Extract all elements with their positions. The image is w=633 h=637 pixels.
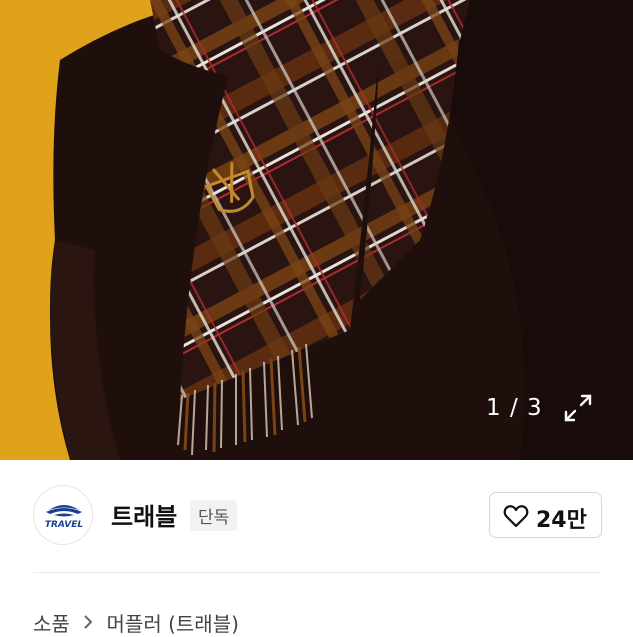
- heart-icon: [503, 505, 529, 528]
- travel-logo-icon: [46, 505, 82, 517]
- like-button[interactable]: 24만: [489, 492, 602, 538]
- logo-text: TRAVEL: [45, 520, 84, 530]
- brand-logo[interactable]: TRAVEL: [33, 485, 93, 545]
- divider: [33, 572, 600, 573]
- brand-name[interactable]: 트래블: [111, 497, 177, 532]
- breadcrumb-item-subcategory[interactable]: 머플러 (트래블): [107, 612, 239, 636]
- image-counter: 1 / 3: [486, 395, 543, 421]
- product-photo: [0, 0, 633, 460]
- exclusive-badge: 단독: [190, 500, 238, 531]
- product-image-gallery[interactable]: 1 / 3: [0, 0, 633, 460]
- chevron-right-icon: [82, 611, 94, 635]
- like-count: 24만: [536, 508, 587, 533]
- brand-info-row: TRAVEL 트래블 단독 24만: [0, 460, 633, 572]
- breadcrumb-item-category[interactable]: 소품: [33, 612, 70, 636]
- expand-icon[interactable]: [562, 392, 594, 424]
